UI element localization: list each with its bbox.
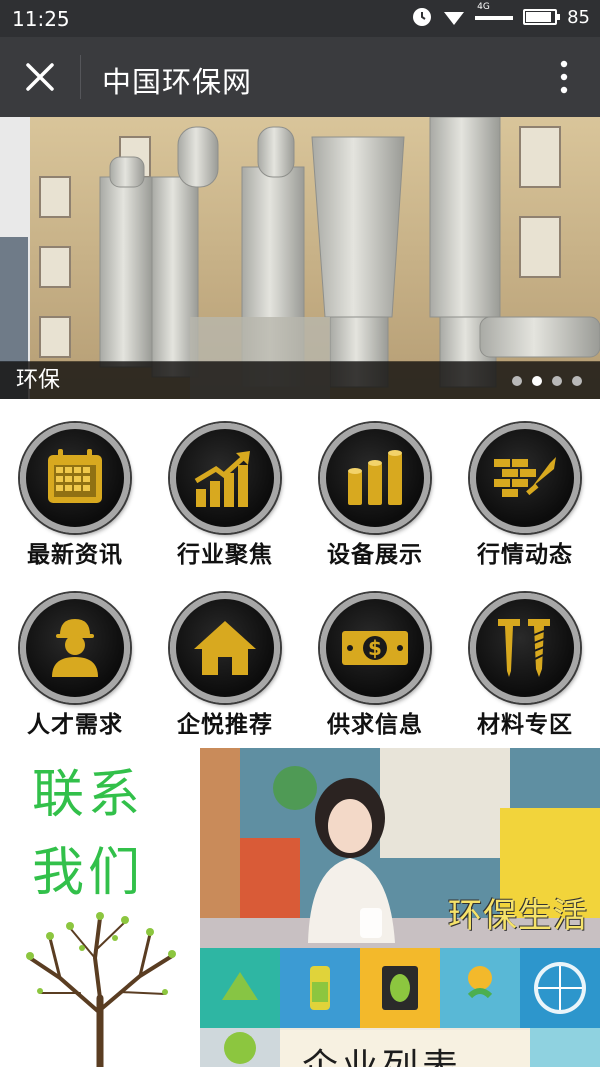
status-bar: 11:25 4G 85 xyxy=(0,0,600,37)
banner-carousel[interactable]: 环保 xyxy=(0,117,600,399)
more-vertical-icon[interactable] xyxy=(552,57,576,97)
carousel-dot[interactable] xyxy=(572,376,582,386)
house-icon xyxy=(170,593,280,703)
contact-us-tile[interactable]: 联系 我们 xyxy=(0,748,200,1067)
cylinders-icon xyxy=(320,423,430,533)
category-supply-demand[interactable]: $ 供求信息 xyxy=(300,575,450,745)
network-type: 4G xyxy=(477,2,490,12)
status-time: 11:25 xyxy=(12,7,70,31)
clock-icon xyxy=(413,8,432,26)
category-label: 供求信息 xyxy=(327,712,423,738)
category-label: 行业聚焦 xyxy=(177,542,273,568)
carousel-dot[interactable] xyxy=(512,376,522,386)
tree-icon xyxy=(26,912,176,1067)
category-market-trends[interactable]: 行情动态 xyxy=(450,405,600,575)
enterprise-list-tile[interactable]: 企业列表 xyxy=(200,948,600,1067)
category-label: 人才需求 xyxy=(27,712,123,738)
category-recommended[interactable]: 企悦推荐 xyxy=(150,575,300,745)
contact-line-1: 联系 xyxy=(32,765,145,825)
category-latest-news[interactable]: 最新资讯 xyxy=(0,405,150,575)
category-label: 材料专区 xyxy=(477,712,573,738)
close-icon[interactable] xyxy=(20,57,60,97)
eco-life-tile[interactable]: 环保生活 xyxy=(200,748,600,948)
banner-caption: 环保 xyxy=(16,368,61,393)
category-equipment-showcase[interactable]: 设备展示 xyxy=(300,405,450,575)
wifi-icon xyxy=(444,12,465,25)
category-label: 设备展示 xyxy=(327,542,423,568)
category-label: 行情动态 xyxy=(477,542,573,568)
category-materials[interactable]: 材料专区 xyxy=(450,575,600,745)
carousel-dot-active[interactable] xyxy=(532,376,542,386)
carousel-dot[interactable] xyxy=(552,376,562,386)
signal-icon: 4G xyxy=(475,2,514,28)
category-label: 企悦推荐 xyxy=(177,712,273,738)
calendar-icon xyxy=(20,423,130,533)
worker-icon xyxy=(20,593,130,703)
enterprise-list-label: 企业列表 xyxy=(302,1038,462,1067)
banner-caption-bar xyxy=(0,361,600,399)
nail-screw-icon xyxy=(470,593,580,703)
page-title: 中国环保网 xyxy=(102,65,253,99)
category-label: 最新资讯 xyxy=(27,542,123,568)
contact-line-2: 我们 xyxy=(32,843,145,903)
growth-chart-icon xyxy=(170,423,280,533)
banner-image xyxy=(0,117,600,399)
eco-life-label: 环保生活 xyxy=(448,896,588,936)
status-icons: 4G 85 xyxy=(411,2,590,28)
bricks-trowel-icon xyxy=(470,423,580,533)
carousel-dots xyxy=(512,376,582,386)
title-divider xyxy=(80,55,81,99)
dollar-bill-icon: $ xyxy=(320,593,430,703)
title-bar: 中国环保网 xyxy=(0,37,600,117)
battery-level: 85 xyxy=(567,6,590,28)
category-grid: 最新资讯 行业聚焦 设备展示 行情动态 人才需求 企悦推荐 $ 供求信息 材料专… xyxy=(0,405,600,745)
battery-icon xyxy=(523,9,561,25)
category-industry-focus[interactable]: 行业聚焦 xyxy=(150,405,300,575)
category-talent-needs[interactable]: 人才需求 xyxy=(0,575,150,745)
svg-text:$: $ xyxy=(368,636,382,660)
